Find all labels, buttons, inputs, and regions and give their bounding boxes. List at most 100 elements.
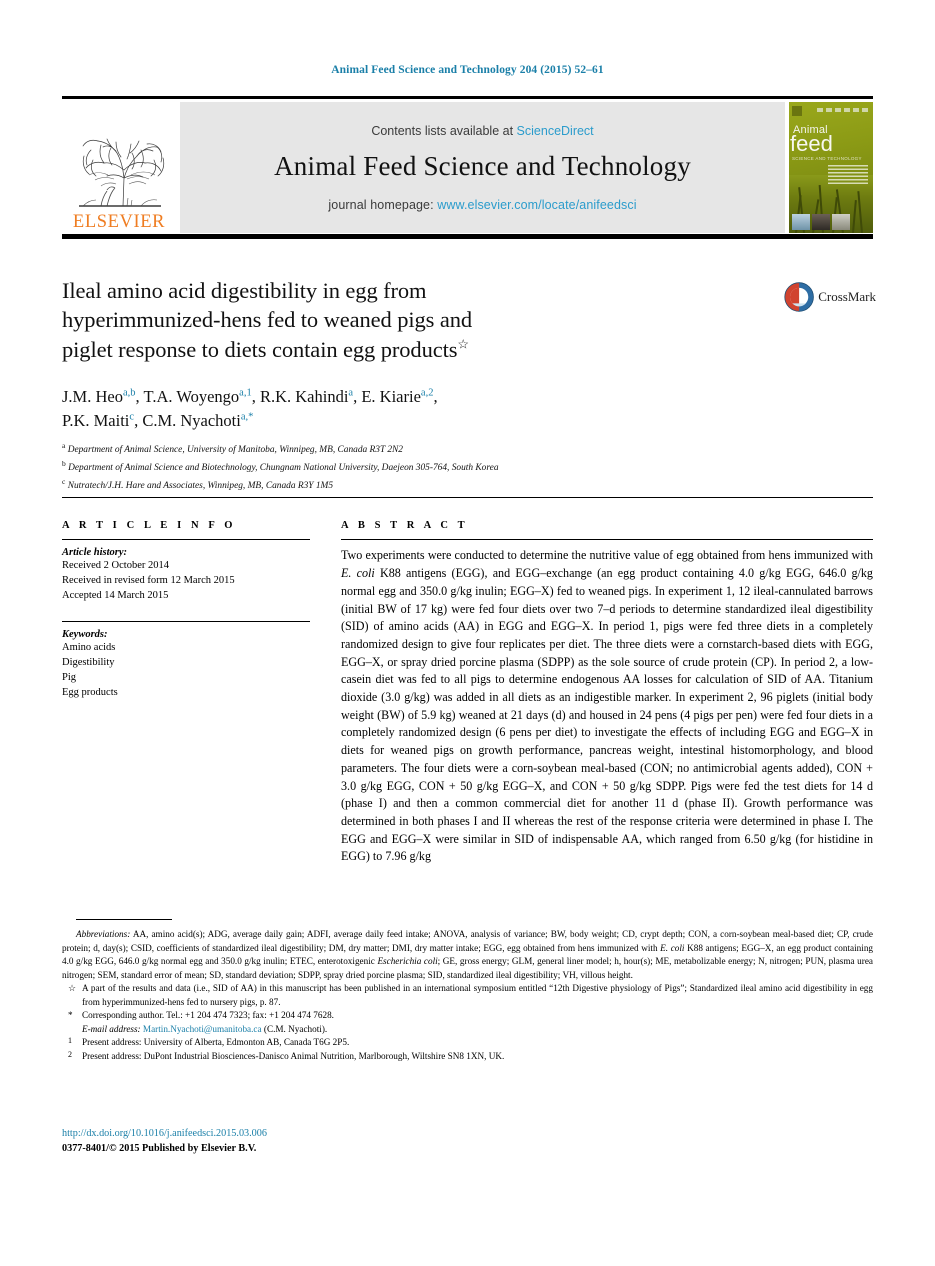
article-history-item: Received in revised form 12 March 2015: [62, 575, 235, 587]
author-line-1: J.M. Heoa,b, T.A. Woyengoa,1, R.K. Kahin…: [62, 385, 762, 409]
elsevier-wordmark: ELSEVIER: [72, 211, 166, 232]
article-history-label: Article history:: [62, 547, 128, 559]
contents-prefix: Contents lists available at: [371, 123, 514, 138]
author-sep: ,: [433, 387, 438, 406]
corresponding-text: Corresponding author. Tel.: +1 204 474 7…: [82, 1010, 334, 1021]
affiliation-mark: c: [62, 476, 66, 486]
author-affil-mark[interactable]: a,2: [421, 388, 434, 399]
affiliation-mark: b: [62, 458, 66, 468]
masthead-bottom-rule: [62, 234, 873, 239]
elsevier-logo: ELSEVIER: [62, 102, 176, 233]
affiliation-text: Department of Animal Science and Biotech…: [68, 463, 499, 474]
present-address-text: Present address: DuPont Industrial Biosc…: [82, 1050, 505, 1061]
copyright-line: 0377-8401/© 2015 Published by Elsevier B…: [62, 1143, 257, 1154]
article-info-heading: A R T I C L E I N F O: [62, 520, 237, 531]
author-item: T.A. Woyengoa,1,: [143, 387, 259, 406]
email-link[interactable]: Martin.Nyachoti@umanitoba.ca: [143, 1024, 262, 1034]
keyword-item: Digestibility: [62, 657, 115, 669]
article-info-column: A R T I C L E I N F O Article history: R…: [62, 520, 310, 701]
journal-homepage-line: journal homepage: www.elsevier.com/locat…: [328, 198, 636, 212]
corresponding-author-footnote: * Corresponding author. Tel.: +1 204 474…: [62, 1009, 873, 1023]
homepage-prefix: journal homepage:: [328, 197, 434, 212]
present-address-mark: 2: [68, 1049, 72, 1059]
affiliation-text: Nutratech/J.H. Hare and Associates, Winn…: [67, 481, 334, 492]
star-footnote: ☆ A part of the results and data (i.e., …: [62, 982, 873, 1009]
author-name: R.K. Kahindi: [259, 387, 349, 406]
abstract-top-rule: [341, 539, 873, 541]
abstract-text: Two experiments were conducted to determ…: [341, 548, 873, 864]
author-item: J.M. Heoa,b,: [62, 387, 143, 406]
author-name: J.M. Heo: [62, 387, 123, 406]
journal-cover-thumbnail: Animal feed SCIENCE AND TECHNOLOGY: [789, 102, 873, 233]
affiliation-mark: a: [62, 441, 66, 450]
crossmark-badge[interactable]: CrossMark: [784, 276, 876, 318]
title-line-3: piglet response to diets contain egg pro…: [62, 336, 458, 362]
affiliation-list: a Department of Animal Science, Universi…: [62, 440, 822, 494]
author-item: P.K. Maitic,: [62, 411, 142, 430]
elsevier-tree-icon: [79, 138, 165, 207]
author-name: C.M. Nyachoti: [142, 410, 241, 430]
author-name: P.K. Maiti: [62, 410, 130, 430]
paper-page: Animal Feed Science and Technology 204 (…: [0, 0, 935, 1266]
affiliation-row: a Department of Animal Science, Universi…: [62, 440, 822, 458]
email-suffix: (C.M. Nyachoti).: [263, 1023, 328, 1034]
keywords-divider-rule: [62, 621, 310, 623]
abbreviations-text: AA, amino acid(s); ADG, average daily ga…: [62, 929, 874, 980]
doi-link[interactable]: http://dx.doi.org/10.1016/j.anifeedsci.2…: [62, 1128, 267, 1139]
affiliation-row: b Department of Animal Science and Biote…: [62, 458, 822, 476]
abstract-heading: A B S T R A C T: [341, 520, 469, 531]
title-block: Ileal amino acid digestibility in egg fr…: [62, 276, 762, 364]
email-label: E-mail address:: [82, 1023, 141, 1034]
author-affil-mark[interactable]: a,1: [239, 388, 252, 399]
contents-available-line: Contents lists available at ScienceDirec…: [371, 124, 593, 138]
title-line-2: hyperimmunized-hens fed to weaned pigs a…: [62, 307, 473, 333]
corresponding-mark: *: [68, 1010, 73, 1021]
author-name: E. Kiarie: [361, 387, 421, 406]
star-footnote-mark: ☆: [68, 983, 77, 994]
author-item: R.K. Kahindia,: [260, 387, 361, 406]
author-item: E. Kiariea,2,: [361, 387, 437, 406]
abbreviations-label: Abbreviations:: [76, 929, 131, 939]
title-line-1: Ileal amino acid digestibility in egg fr…: [62, 278, 427, 303]
author-list: J.M. Heoa,b, T.A. Woyengoa,1, R.K. Kahin…: [62, 385, 762, 433]
abbreviations-footnote: Abbreviations: AA, amino acid(s); ADG, a…: [62, 928, 873, 982]
footnote-divider-rule: [76, 919, 172, 921]
star-footnote-text: A part of the results and data (i.e., SI…: [82, 983, 873, 1007]
footnote-block: Abbreviations: AA, amino acid(s); ADG, a…: [62, 928, 873, 1063]
affiliation-text: Department of Animal Science, University…: [67, 445, 403, 456]
affiliation-row: c Nutratech/J.H. Hare and Associates, Wi…: [62, 476, 822, 494]
homepage-url-link[interactable]: www.elsevier.com/locate/anifeedsci: [437, 198, 636, 212]
cover-subtitle: SCIENCE AND TECHNOLOGY: [792, 156, 862, 161]
article-history-item: Received 2 October 2014: [62, 560, 170, 572]
author-name: T.A. Woyengo: [143, 387, 240, 406]
author-line-2: P.K. Maitic, C.M. Nyachotia,*: [62, 409, 762, 433]
title-footnote-mark[interactable]: ☆: [457, 336, 469, 351]
present-address-mark: 1: [68, 1036, 72, 1046]
keyword-item: Amino acids: [62, 642, 116, 654]
author-item: C.M. Nyachotia,*: [142, 411, 253, 430]
present-address-footnote: 2 Present address: DuPont Industrial Bio…: [62, 1050, 873, 1064]
sciencedirect-link[interactable]: ScienceDirect: [517, 124, 594, 138]
running-head: Animal Feed Science and Technology 204 (…: [331, 64, 604, 76]
keyword-item: Egg products: [62, 686, 118, 698]
present-address-footnote: 1 Present address: University of Alberta…: [62, 1036, 873, 1050]
keywords-label: Keywords:: [62, 629, 108, 641]
keyword-item: Pig: [62, 671, 77, 683]
crossmark-label: CrossMark: [818, 289, 876, 304]
section-divider-rule: [62, 497, 873, 498]
page-title: Ileal amino acid digestibility in egg fr…: [62, 276, 762, 364]
journal-title: Animal Feed Science and Technology: [274, 150, 691, 181]
abstract-column: A B S T R A C T Two experiments were con…: [341, 520, 873, 866]
crossmark-icon: [784, 282, 814, 312]
masthead-center: Contents lists available at ScienceDirec…: [180, 102, 785, 233]
author-sep: ,: [251, 387, 260, 406]
author-affil-mark[interactable]: a,b: [123, 388, 136, 399]
article-info-top-rule: [62, 539, 310, 541]
cover-word-feed: feed: [790, 131, 833, 156]
cover-photo-strip: [792, 214, 850, 230]
present-address-text: Present address: University of Alberta, …: [82, 1037, 350, 1048]
author-affil-mark[interactable]: a,*: [241, 411, 254, 422]
article-history-item: Accepted 14 March 2015: [62, 590, 169, 602]
email-footnote: E-mail address: Martin.Nyachoti@umanitob…: [62, 1023, 873, 1037]
journal-masthead: ELSEVIER Contents lists available at Sci…: [62, 96, 873, 233]
